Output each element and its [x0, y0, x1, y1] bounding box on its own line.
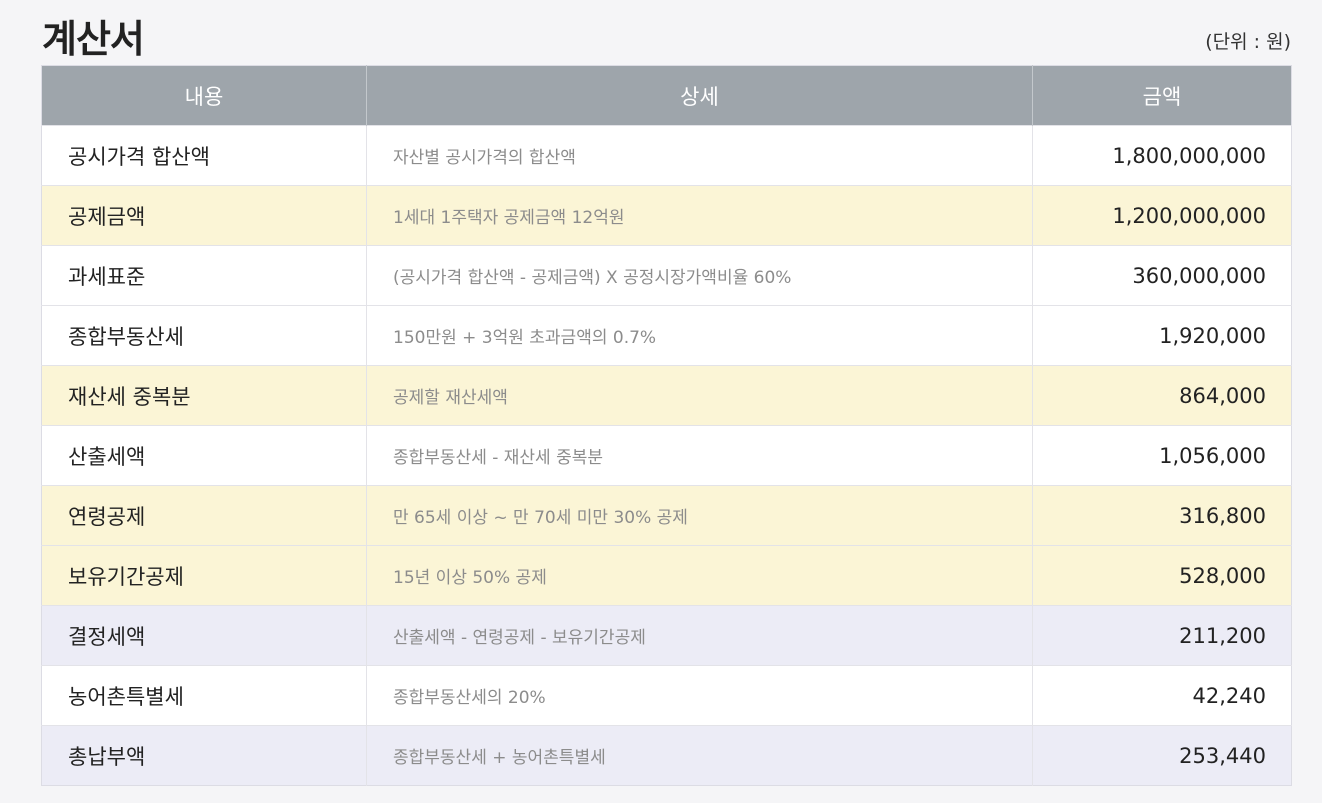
row-detail: 종합부동산세 - 재산세 중복분 — [366, 425, 1033, 486]
row-label: 산출세액 — [41, 425, 367, 486]
page-title: 계산서 — [42, 17, 145, 61]
header-content: 내용 — [41, 65, 367, 126]
calculation-table: 내용 상세 금액 공시가격 합산액 자산별 공시가격의 합산액 1,800,000,… — [41, 65, 1292, 786]
table-row: 산출세액 종합부동산세 - 재산세 중복분 1,056,000 — [41, 425, 1292, 486]
unit-label: (단위 : 원) — [1205, 31, 1291, 53]
table-row: 보유기간공제 15년 이상 50% 공제 528,000 — [41, 545, 1292, 606]
row-detail: 종합부동산세 + 농어촌특별세 — [366, 725, 1033, 786]
row-amount: 360,000,000 — [1032, 245, 1292, 306]
row-label: 보유기간공제 — [41, 545, 367, 606]
row-label: 연령공제 — [41, 485, 367, 546]
row-amount: 253,440 — [1032, 725, 1292, 786]
header-amount: 금액 — [1032, 65, 1292, 126]
row-amount: 1,200,000,000 — [1032, 185, 1292, 246]
row-amount: 211,200 — [1032, 605, 1292, 666]
row-amount: 528,000 — [1032, 545, 1292, 606]
row-detail: (공시가격 합산액 - 공제금액) X 공정시장가액비율 60% — [366, 245, 1033, 306]
row-label: 과세표준 — [41, 245, 367, 306]
row-amount: 42,240 — [1032, 665, 1292, 726]
table-row: 농어촌특별세 종합부동산세의 20% 42,240 — [41, 665, 1292, 726]
row-detail: 산출세액 - 연령공제 - 보유기간공제 — [366, 605, 1033, 666]
table-row: 총납부액 종합부동산세 + 농어촌특별세 253,440 — [41, 725, 1292, 786]
row-label: 종합부동산세 — [41, 305, 367, 366]
header-row: 내용 상세 금액 — [41, 65, 1292, 126]
table-row: 재산세 중복분 공제할 재산세액 864,000 — [41, 365, 1292, 426]
header-detail: 상세 — [366, 65, 1033, 126]
row-label: 공제금액 — [41, 185, 367, 246]
row-label: 농어촌특별세 — [41, 665, 367, 726]
row-amount: 316,800 — [1032, 485, 1292, 546]
table-row: 결정세액 산출세액 - 연령공제 - 보유기간공제 211,200 — [41, 605, 1292, 666]
table-row: 공제금액 1세대 1주택자 공제금액 12억원 1,200,000,000 — [41, 185, 1292, 246]
table-row: 연령공제 만 65세 이상 ~ 만 70세 미만 30% 공제 316,800 — [41, 485, 1292, 546]
table-row: 공시가격 합산액 자산별 공시가격의 합산액 1,800,000,000 — [41, 125, 1292, 186]
table-row: 과세표준 (공시가격 합산액 - 공제금액) X 공정시장가액비율 60% 360,… — [41, 245, 1292, 306]
row-amount: 1,056,000 — [1032, 425, 1292, 486]
row-detail: 15년 이상 50% 공제 — [366, 545, 1033, 606]
table-row: 종합부동산세 150만원 + 3억원 초과금액의 0.7% 1,920,000 — [41, 305, 1292, 366]
row-detail: 만 65세 이상 ~ 만 70세 미만 30% 공제 — [366, 485, 1033, 546]
row-detail: 자산별 공시가격의 합산액 — [366, 125, 1033, 186]
table-body: 공시가격 합산액 자산별 공시가격의 합산액 1,800,000,000 공제금액 1세… — [41, 125, 1292, 786]
row-amount: 864,000 — [1032, 365, 1292, 426]
row-label: 결정세액 — [41, 605, 367, 666]
row-detail: 1세대 1주택자 공제금액 12억원 — [366, 185, 1033, 246]
row-label: 총납부액 — [41, 725, 367, 786]
row-label: 재산세 중복분 — [41, 365, 367, 426]
row-label: 공시가격 합산액 — [41, 125, 367, 186]
table-header: 내용 상세 금액 — [41, 65, 1292, 126]
row-amount: 1,800,000,000 — [1032, 125, 1292, 186]
row-amount: 1,920,000 — [1032, 305, 1292, 366]
row-detail: 종합부동산세의 20% — [366, 665, 1033, 726]
row-detail: 150만원 + 3억원 초과금액의 0.7% — [366, 305, 1033, 366]
row-detail: 공제할 재산세액 — [366, 365, 1033, 426]
